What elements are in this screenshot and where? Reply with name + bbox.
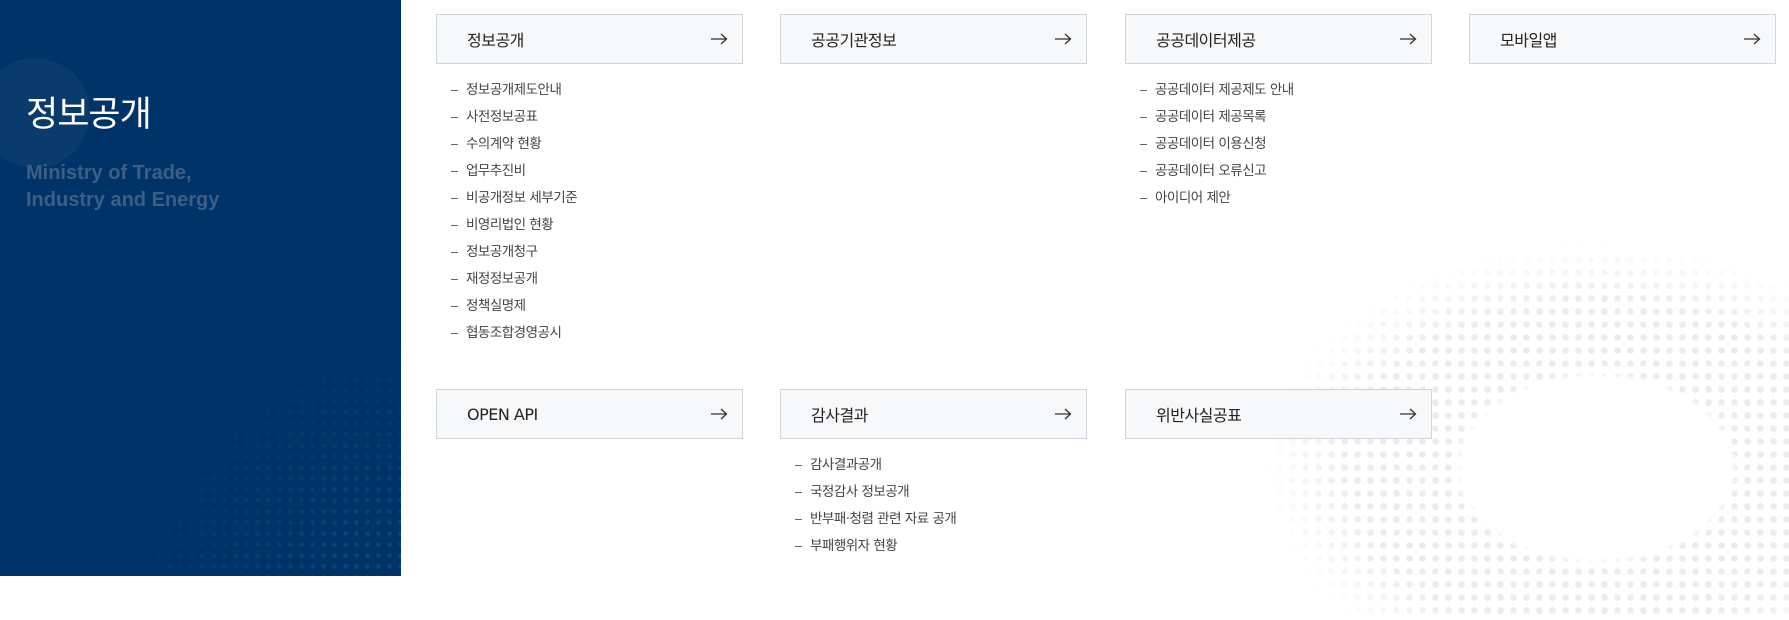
submenu-item[interactable]: 정책실명제: [451, 293, 577, 320]
submenu-item[interactable]: 아이디어 제안: [1140, 185, 1294, 212]
menu-box-label: 모바일앱: [1500, 31, 1557, 50]
ministry-name-line2: Industry and Energy: [26, 189, 220, 211]
arrow-right-icon: [1400, 408, 1417, 420]
menu-box-violation-disclosure[interactable]: 위반사실공표: [1125, 389, 1432, 439]
arrow-right-icon: [1055, 408, 1072, 420]
menu-box-audit-results[interactable]: 감사결과: [780, 389, 1087, 439]
menu-box-open-api[interactable]: OPEN API: [436, 389, 743, 439]
submenu-item[interactable]: 협동조합경영공시: [451, 320, 577, 347]
menu-box-label: 감사결과: [811, 406, 868, 425]
arrow-right-icon: [1744, 33, 1761, 45]
submenu-item[interactable]: 공공데이터 제공제도 안내: [1140, 77, 1294, 104]
menu-box-label: 위반사실공표: [1156, 406, 1242, 425]
arrow-right-icon: [711, 33, 728, 45]
submenu-item[interactable]: 공공데이터 제공목록: [1140, 104, 1294, 131]
decorative-dot-pattern: [120, 330, 401, 576]
submenu-item[interactable]: 공공데이터 이용신청: [1140, 131, 1294, 158]
menu-box-public-data[interactable]: 공공데이터제공: [1125, 14, 1432, 64]
submenu-item[interactable]: 국정감사 정보공개: [795, 479, 956, 506]
menu-box-public-institution-info[interactable]: 공공기관정보: [780, 14, 1087, 64]
menu-box-label: OPEN API: [467, 404, 538, 424]
menu-box-label: 공공기관정보: [811, 31, 897, 50]
submenu-item[interactable]: 부패행위자 현황: [795, 533, 956, 560]
submenu-public-data: 공공데이터 제공제도 안내 공공데이터 제공목록 공공데이터 이용신청 공공데이…: [1140, 77, 1294, 212]
submenu-item[interactable]: 정보공개청구: [451, 239, 577, 266]
submenu-item[interactable]: 비공개정보 세부기준: [451, 185, 578, 212]
submenu-audit-results: 감사결과공개 국정감사 정보공개 반부패·청렴 관련 자료 공개 부패행위자 현…: [795, 452, 957, 560]
submenu-item[interactable]: 사전정보공표: [451, 104, 577, 131]
page-title: 정보공개: [26, 95, 152, 135]
submenu-info-disclosure: 정보공개제도안내 사전정보공표 수의계약 현황 업무추진비 비공개정보 세부기준…: [451, 77, 578, 347]
submenu-item[interactable]: 정보공개제도안내: [451, 77, 577, 104]
menu-box-info-disclosure[interactable]: 정보공개: [436, 14, 743, 64]
arrow-right-icon: [711, 408, 728, 420]
ministry-name-line1: Ministry of Trade,: [26, 162, 192, 184]
submenu-item[interactable]: 감사결과공개: [795, 452, 956, 479]
ministry-name: Ministry of Trade, Industry and Energy: [26, 160, 326, 214]
submenu-item[interactable]: 업무추진비: [451, 158, 577, 185]
submenu-item[interactable]: 비영리법인 현황: [451, 212, 577, 239]
menu-box-label: 정보공개: [467, 31, 524, 50]
menu-box-mobile-app[interactable]: 모바일앱: [1469, 14, 1776, 64]
arrow-right-icon: [1400, 33, 1417, 45]
arrow-right-icon: [1055, 33, 1072, 45]
submenu-item[interactable]: 공공데이터 오류신고: [1140, 158, 1294, 185]
menu-box-label: 공공데이터제공: [1156, 31, 1256, 50]
submenu-item[interactable]: 재정정보공개: [451, 266, 577, 293]
sidebar-panel: 정보공개 Ministry of Trade, Industry and Ene…: [0, 0, 401, 576]
submenu-item[interactable]: 반부패·청렴 관련 자료 공개: [795, 506, 957, 533]
submenu-item[interactable]: 수의계약 현황: [451, 131, 577, 158]
